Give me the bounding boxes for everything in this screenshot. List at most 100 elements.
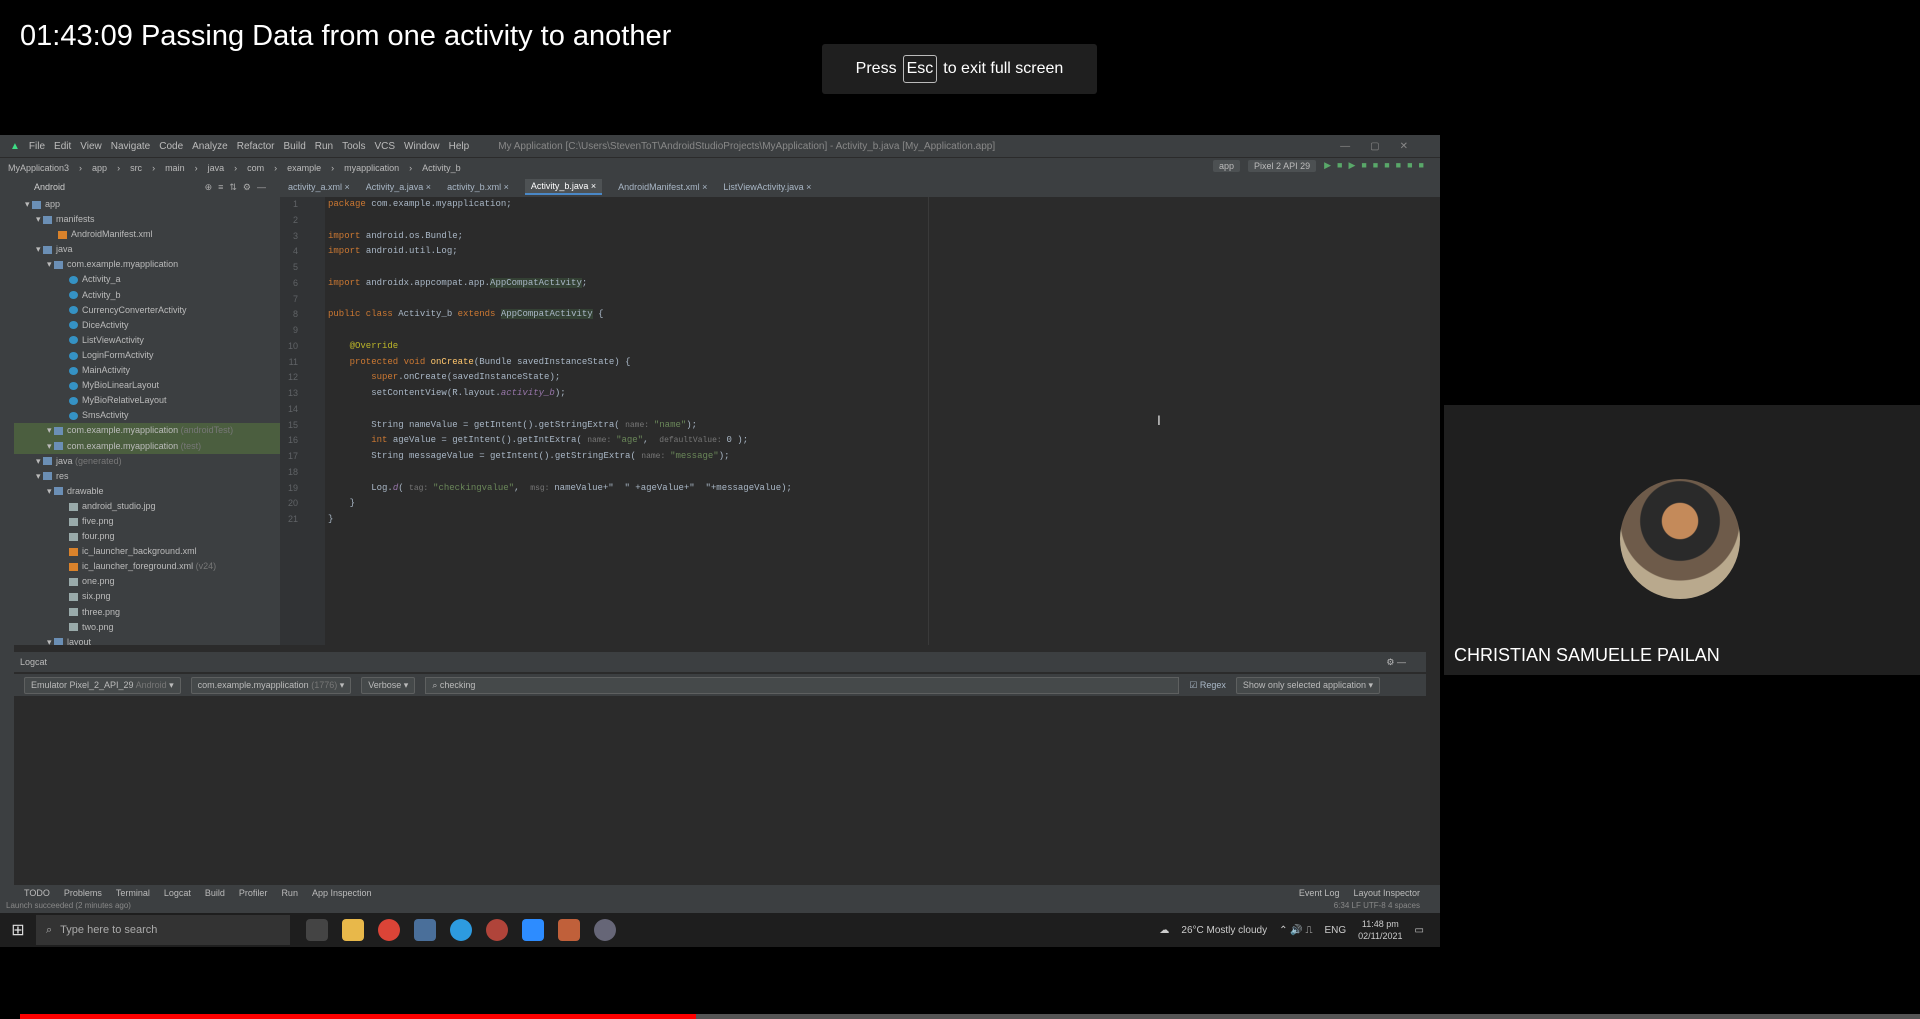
android-studio-icon[interactable] [594,919,616,941]
tab-activity-a-java[interactable]: Activity_a.java × [366,182,431,192]
tree-item[interactable]: ▾ com.example.myapplication (test) [14,438,280,454]
tree-item[interactable]: one.png [14,574,280,589]
language-indicator[interactable]: ENG [1324,925,1346,936]
tree-item[interactable]: ListViewActivity [14,333,280,348]
breadcrumb-item[interactable]: java [208,163,225,173]
menu-item-code[interactable]: Code [159,141,183,152]
edge-icon[interactable] [450,919,472,941]
tree-item[interactable]: ▾ layout [14,635,280,645]
tree-item[interactable]: ▾ com.example.myapplication (androidTest… [14,423,280,439]
weather-text[interactable]: 26°C Mostly cloudy [1181,925,1267,936]
tree-item[interactable]: six.png [14,589,280,604]
tree-item[interactable]: five.png [14,514,280,529]
tree-item[interactable]: DiceActivity [14,318,280,333]
bottom-tab-problems[interactable]: Problems [64,888,102,898]
chevron-down-icon[interactable]: ▾ [47,425,54,435]
windows-start-icon[interactable]: ⊞ [0,920,36,940]
menu-item-edit[interactable]: Edit [54,141,71,152]
code-line[interactable] [328,260,1418,276]
tree-item[interactable]: SmsActivity [14,408,280,423]
tree-item[interactable]: AndroidManifest.xml [14,227,280,242]
breadcrumb-item[interactable]: MyApplication3 [8,163,69,173]
code-line[interactable]: import android.util.Log; [328,244,1418,260]
breadcrumb-item[interactable]: example [287,163,321,173]
menu-item-refactor[interactable]: Refactor [237,141,275,152]
task-view-icon[interactable] [306,919,328,941]
app-icon[interactable] [558,919,580,941]
run-config-select[interactable]: app [1213,160,1241,172]
menu-item-run[interactable]: Run [315,141,333,152]
tab-listviewactivity-java[interactable]: ListViewActivity.java × [723,182,811,192]
code-line[interactable]: package com.example.myapplication; [328,197,1418,213]
regex-checkbox[interactable]: ☑ Regex [1189,680,1226,691]
tray-icons[interactable]: ⌃ 🔊 ⎍ [1279,925,1312,936]
tab-androidmanifest-xml[interactable]: AndroidManifest.xml × [618,182,707,192]
chevron-down-icon[interactable]: ▾ [36,456,43,466]
breadcrumb-item[interactable]: Activity_b [422,163,461,173]
tab-activity-b-java[interactable]: Activity_b.java × [524,179,603,195]
code-line[interactable] [328,465,1418,481]
tree-item[interactable]: ▾ com.example.myapplication [14,257,280,272]
tree-item[interactable]: ▾ java (generated) [14,454,280,469]
code-line[interactable]: import androidx.appcompat.app.AppCompatA… [328,276,1418,292]
log-level-dropdown[interactable]: Verbose ▾ [361,676,416,694]
project-tool-icons[interactable]: ⊕≡⇅⚙— [205,182,272,193]
code-line[interactable]: String messageValue = getIntent().getStr… [328,449,1418,465]
breadcrumb-item[interactable]: com [247,163,264,173]
tree-item[interactable]: four.png [14,529,280,544]
code-line[interactable]: } [328,512,1418,528]
tree-item[interactable]: ▾ drawable [14,484,280,499]
chevron-down-icon[interactable]: ▾ [47,486,54,496]
tree-item[interactable]: android_studio.jpg [14,499,280,514]
editor-scrollbar[interactable] [1418,197,1432,645]
code-line[interactable]: @Override [328,339,1418,355]
bottom-tab-run[interactable]: Run [281,888,298,898]
menu-item-tools[interactable]: Tools [342,141,365,152]
menu-item-analyze[interactable]: Analyze [192,141,228,152]
run-icons[interactable]: ▶■▶■■■■■■ [1324,160,1430,172]
chevron-down-icon[interactable]: ▾ [25,199,32,209]
show-option-dropdown[interactable]: Show only selected application ▾ [1235,676,1381,694]
chevron-down-icon[interactable]: ▾ [36,244,43,254]
tree-item[interactable]: two.png [14,620,280,635]
chevron-down-icon[interactable]: ▾ [36,471,43,481]
gear-icon[interactable]: ⚙ — [1386,652,1406,672]
tree-item[interactable]: ▾ app [14,197,280,212]
tab-activity-b-xml[interactable]: activity_b.xml × [447,182,509,192]
code-line[interactable]: int ageValue = getIntent().getIntExtra( … [328,433,1418,449]
code-line[interactable] [328,213,1418,229]
bottom-tab-logcat[interactable]: Logcat [164,888,191,898]
device-select[interactable]: Pixel 2 API 29 [1248,160,1317,172]
taskbar-search[interactable]: ⌕ Type here to search [36,915,290,945]
tree-item[interactable]: MyBioRelativeLayout [14,393,280,408]
code-line[interactable]: } [328,496,1418,512]
chevron-down-icon[interactable]: ▾ [36,214,43,224]
code-line[interactable] [328,402,1418,418]
menu-item-help[interactable]: Help [449,141,470,152]
tree-item[interactable]: ic_launcher_background.xml [14,544,280,559]
tree-item[interactable]: Activity_a [14,272,280,287]
breadcrumb-item[interactable]: myapplication [344,163,399,173]
breadcrumb-item[interactable]: main [165,163,185,173]
menu-item-window[interactable]: Window [404,141,440,152]
bottom-tab-terminal[interactable]: Terminal [116,888,150,898]
tree-item[interactable]: Activity_b [14,288,280,303]
chevron-down-icon[interactable]: ▾ [47,441,54,451]
file-explorer-icon[interactable] [342,919,364,941]
tree-item[interactable]: ▾ java [14,242,280,257]
device-dropdown[interactable]: Emulator Pixel_2_API_29 Android ▾ [24,676,181,694]
bottom-tab-app-inspection[interactable]: App Inspection [312,888,372,898]
chrome-profile-icon[interactable] [486,919,508,941]
code-line[interactable] [328,323,1418,339]
code-line[interactable] [328,292,1418,308]
tree-item[interactable]: three.png [14,605,280,620]
bottom-tool-event-log[interactable]: Event Log [1299,888,1340,898]
tab-activity-a-xml[interactable]: activity_a.xml × [288,182,350,192]
logcat-output[interactable] [14,697,1426,877]
tree-item[interactable]: MainActivity [14,363,280,378]
logcat-search-input[interactable]: ⌕ checking [425,676,1180,694]
menu-item-file[interactable]: File [29,141,45,152]
bottom-tab-build[interactable]: Build [205,888,225,898]
tree-item[interactable]: ▾ res [14,469,280,484]
window-controls[interactable]: —▢✕ [1340,141,1428,152]
